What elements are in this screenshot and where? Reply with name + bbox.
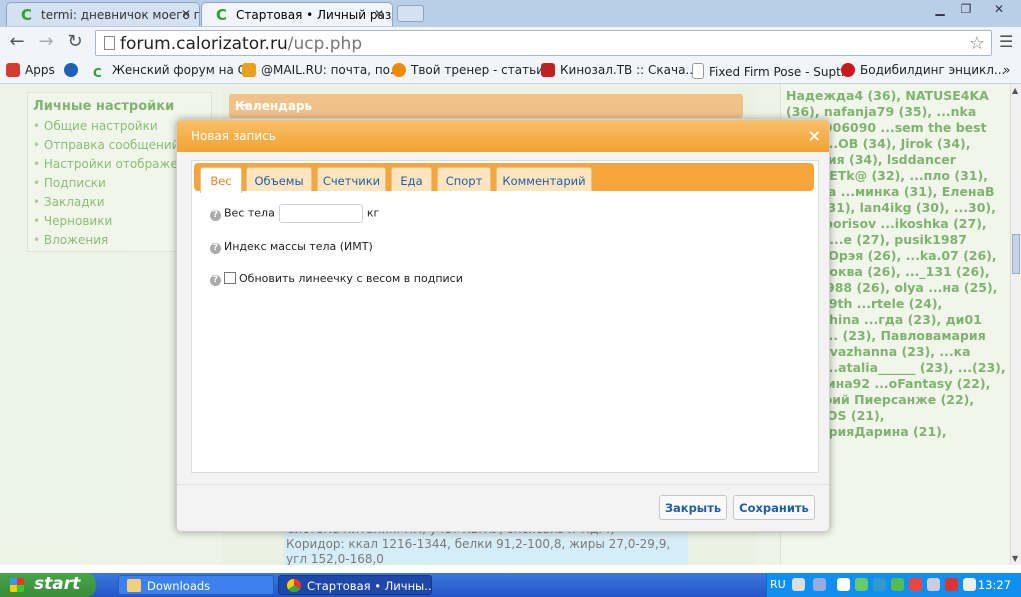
- scrollbar-thumb[interactable]: [1012, 234, 1020, 274]
- firefox-tray-icon[interactable]: [837, 578, 850, 591]
- close-button[interactable]: Закрыть: [659, 495, 727, 520]
- tab-measurements[interactable]: Объемы: [246, 167, 312, 191]
- new-entry-dialog: Новая запись × Вес Объемы Счетчики Еда С…: [176, 119, 830, 532]
- calorizator-favicon-icon: C: [21, 6, 33, 24]
- restore-window-button[interactable]: ❐: [954, 2, 978, 18]
- save-button[interactable]: Сохранить: [733, 495, 815, 520]
- system-tray: RU 13:27: [766, 573, 1021, 597]
- reload-icon[interactable]: ↻: [64, 31, 86, 53]
- tab-comment[interactable]: Комментарий: [496, 167, 592, 191]
- tab-food[interactable]: Еда: [391, 167, 432, 191]
- browser-tabstrip: C termi: дневничок моего по ✕ C Стартова…: [0, 0, 1021, 27]
- mailru-icon: [242, 63, 256, 77]
- bookmarks-overflow-icon[interactable]: »: [1003, 63, 1010, 77]
- chrome-menu-icon[interactable]: ☰: [999, 32, 1013, 51]
- page-scrollbar[interactable]: ▲ ▼: [1010, 84, 1021, 565]
- taskbar-item-downloads[interactable]: Downloads: [118, 575, 274, 595]
- help-tray-icon[interactable]: [792, 578, 805, 591]
- update-tray-icon[interactable]: [855, 578, 868, 591]
- close-window-button[interactable]: ✕: [985, 2, 1013, 18]
- weight-label: Вес тела: [224, 206, 275, 220]
- windows-logo-icon: [10, 578, 24, 592]
- apps-grid-icon: [6, 63, 20, 77]
- weight-unit: кг: [366, 206, 380, 220]
- bookmark-kinozal[interactable]: Кинозал.ТВ :: Скача...: [541, 63, 697, 77]
- close-tab-icon[interactable]: ✕: [181, 7, 191, 21]
- help-icon[interactable]: ?: [210, 275, 221, 286]
- dialog-title: Новая запись: [191, 129, 276, 143]
- dialog-header: Новая запись ×: [177, 120, 829, 152]
- bmi-row: ? Индекс массы тела (ИМТ): [210, 240, 373, 254]
- url-text: forum.calorizator.ru/ucp.php: [120, 34, 363, 54]
- help-icon[interactable]: ?: [210, 209, 221, 221]
- bmi-label: Индекс массы тела (ИМТ): [224, 240, 373, 253]
- globe-icon: [64, 63, 78, 77]
- chrome-icon: [287, 579, 301, 592]
- kinozal-icon: [541, 63, 555, 77]
- page-icon: [692, 63, 704, 79]
- monitor-tray-icon[interactable]: [927, 578, 940, 591]
- bookmark-women-forum[interactable]: C Женский форум на С...: [93, 63, 257, 80]
- taskbar-item-chrome[interactable]: Стартовая • Личны...: [278, 575, 432, 595]
- scroll-down-icon[interactable]: ▼: [1012, 554, 1018, 563]
- back-arrow-icon[interactable]: ←: [6, 31, 28, 53]
- new-tab-button[interactable]: [397, 5, 424, 22]
- help-icon[interactable]: ?: [210, 243, 221, 254]
- browser-tab-diary[interactable]: C termi: дневничок моего по ✕: [6, 2, 200, 26]
- bookmarks-bar: Apps C Женский форум на С... @MAIL.RU: по…: [0, 58, 1021, 84]
- skype-tray-icon[interactable]: [873, 578, 886, 591]
- tab-title: termi: дневничок моего по: [41, 8, 200, 22]
- bookmark-globe[interactable]: [64, 63, 83, 77]
- clock: 13:27: [977, 578, 1011, 592]
- minimize-window-button[interactable]: ▁: [928, 2, 952, 18]
- tab-weight[interactable]: Вес: [200, 167, 242, 193]
- calorizator-favicon-icon: C: [93, 66, 102, 80]
- bodybuilding-icon: [841, 63, 855, 77]
- windows-taskbar: start Downloads Стартовая • Личны... RU …: [0, 573, 1021, 597]
- browser-tab-ucp[interactable]: C Стартовая • Личный разде ✕: [201, 2, 393, 26]
- antivirus-tray-icon[interactable]: [891, 578, 904, 591]
- bookmark-trainer[interactable]: Твой тренер - статьи...: [392, 63, 555, 77]
- tab-counters[interactable]: Счетчики: [317, 167, 386, 191]
- weight-input[interactable]: [278, 204, 363, 223]
- bookmark-bodybuilding[interactable]: Бодибилдинг энцикл...: [841, 63, 1005, 77]
- start-button[interactable]: start: [0, 573, 96, 597]
- scroll-up-icon[interactable]: ▲: [1012, 86, 1018, 95]
- tab-sport[interactable]: Спорт: [437, 167, 491, 191]
- volume-tray-icon[interactable]: [963, 578, 976, 591]
- trainer-icon: [392, 63, 406, 77]
- close-tab-icon[interactable]: ✕: [374, 7, 384, 21]
- update-signature-checkbox[interactable]: [224, 272, 236, 284]
- bookmark-star-icon[interactable]: ☆: [969, 33, 985, 54]
- update-signature-row: ? Обновить линеечку с весом в подписи: [210, 272, 463, 286]
- update-signature-label[interactable]: Обновить линеечку с весом в подписи: [239, 272, 463, 285]
- forward-arrow-icon[interactable]: →: [35, 31, 57, 53]
- bookmark-fixed-firm-pose[interactable]: Fixed Firm Pose - Supt...: [692, 63, 852, 79]
- language-indicator[interactable]: RU: [770, 578, 786, 591]
- folder-icon: [127, 579, 141, 592]
- tools-tray-icon[interactable]: [909, 578, 922, 591]
- entry-tabs: Вес Объемы Счетчики Еда Спорт Комментари…: [194, 163, 814, 193]
- bookmark-apps[interactable]: Apps: [6, 63, 55, 77]
- page-icon: [104, 36, 115, 50]
- calorizator-favicon-icon: C: [216, 6, 228, 24]
- bookmark-mailru[interactable]: @MAIL.RU: почта, по...: [242, 63, 401, 77]
- tab-title: Стартовая • Личный разде: [236, 8, 393, 22]
- weight-row: ? Вес тела кг: [210, 204, 379, 223]
- dialog-footer: Закрыть Сохранить: [177, 484, 829, 531]
- shield-tray-icon[interactable]: [945, 578, 958, 591]
- dialog-body: Вес Объемы Счетчики Еда Спорт Комментари…: [191, 160, 819, 473]
- network-tray-icon[interactable]: [813, 578, 826, 591]
- close-icon[interactable]: ×: [808, 126, 821, 145]
- address-bar[interactable]: forum.calorizator.ru/ucp.php ☆: [95, 30, 992, 56]
